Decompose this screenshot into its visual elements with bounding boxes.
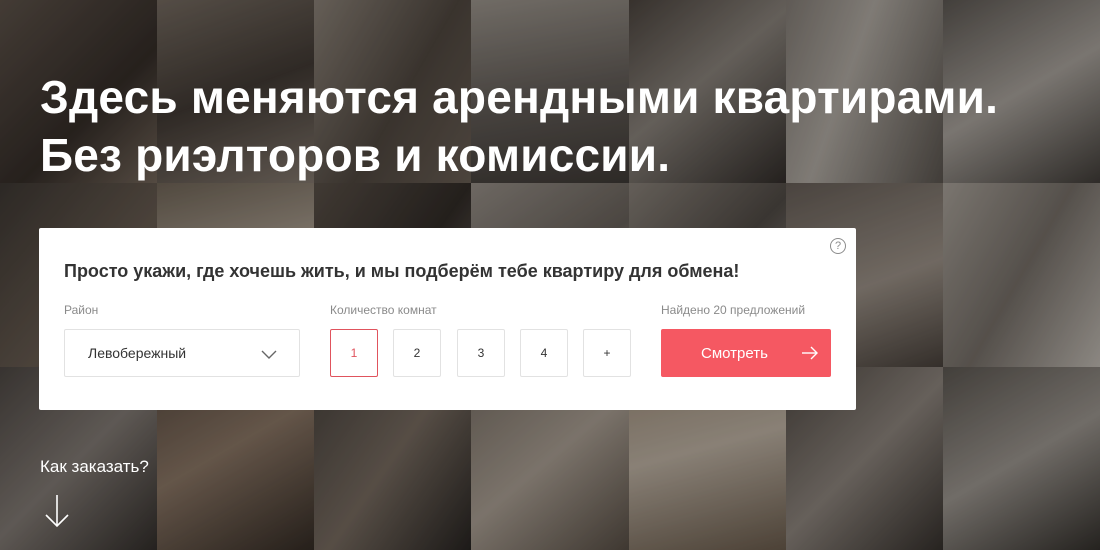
form-title: Просто укажи, где хочешь жить, и мы подб… (64, 261, 740, 281)
hero-headline: Здесь меняются арендными квартирами. Без… (40, 68, 998, 184)
chevron-down-icon (261, 347, 277, 363)
room-option-1[interactable]: 1 (330, 329, 378, 377)
room-option-4[interactable]: 4 (520, 329, 568, 377)
hero-line-1: Здесь меняются арендными квартирами. (40, 71, 999, 123)
arrow-right-icon (801, 346, 819, 364)
search-form-card: ? Просто укажи, где хочешь жить, и мы по… (39, 228, 856, 410)
hero-line-2: Без риэлторов и комиссии. (40, 129, 671, 181)
view-button[interactable]: Смотреть (661, 329, 831, 377)
room-option-2[interactable]: 2 (393, 329, 441, 377)
view-button-label: Смотреть (701, 344, 768, 362)
help-icon[interactable]: ? (830, 238, 846, 254)
room-option-3[interactable]: 3 (457, 329, 505, 377)
arrow-down-icon[interactable] (44, 494, 70, 533)
rooms-label: Количество комнат (330, 303, 437, 317)
district-value: Левобережный (88, 345, 187, 361)
room-option-more[interactable]: + (583, 329, 631, 377)
district-label: Район (64, 303, 99, 317)
district-select[interactable]: Левобережный (64, 329, 300, 377)
how-to-order-link[interactable]: Как заказать? (40, 457, 149, 477)
results-count: Найдено 20 предложений (661, 303, 806, 317)
